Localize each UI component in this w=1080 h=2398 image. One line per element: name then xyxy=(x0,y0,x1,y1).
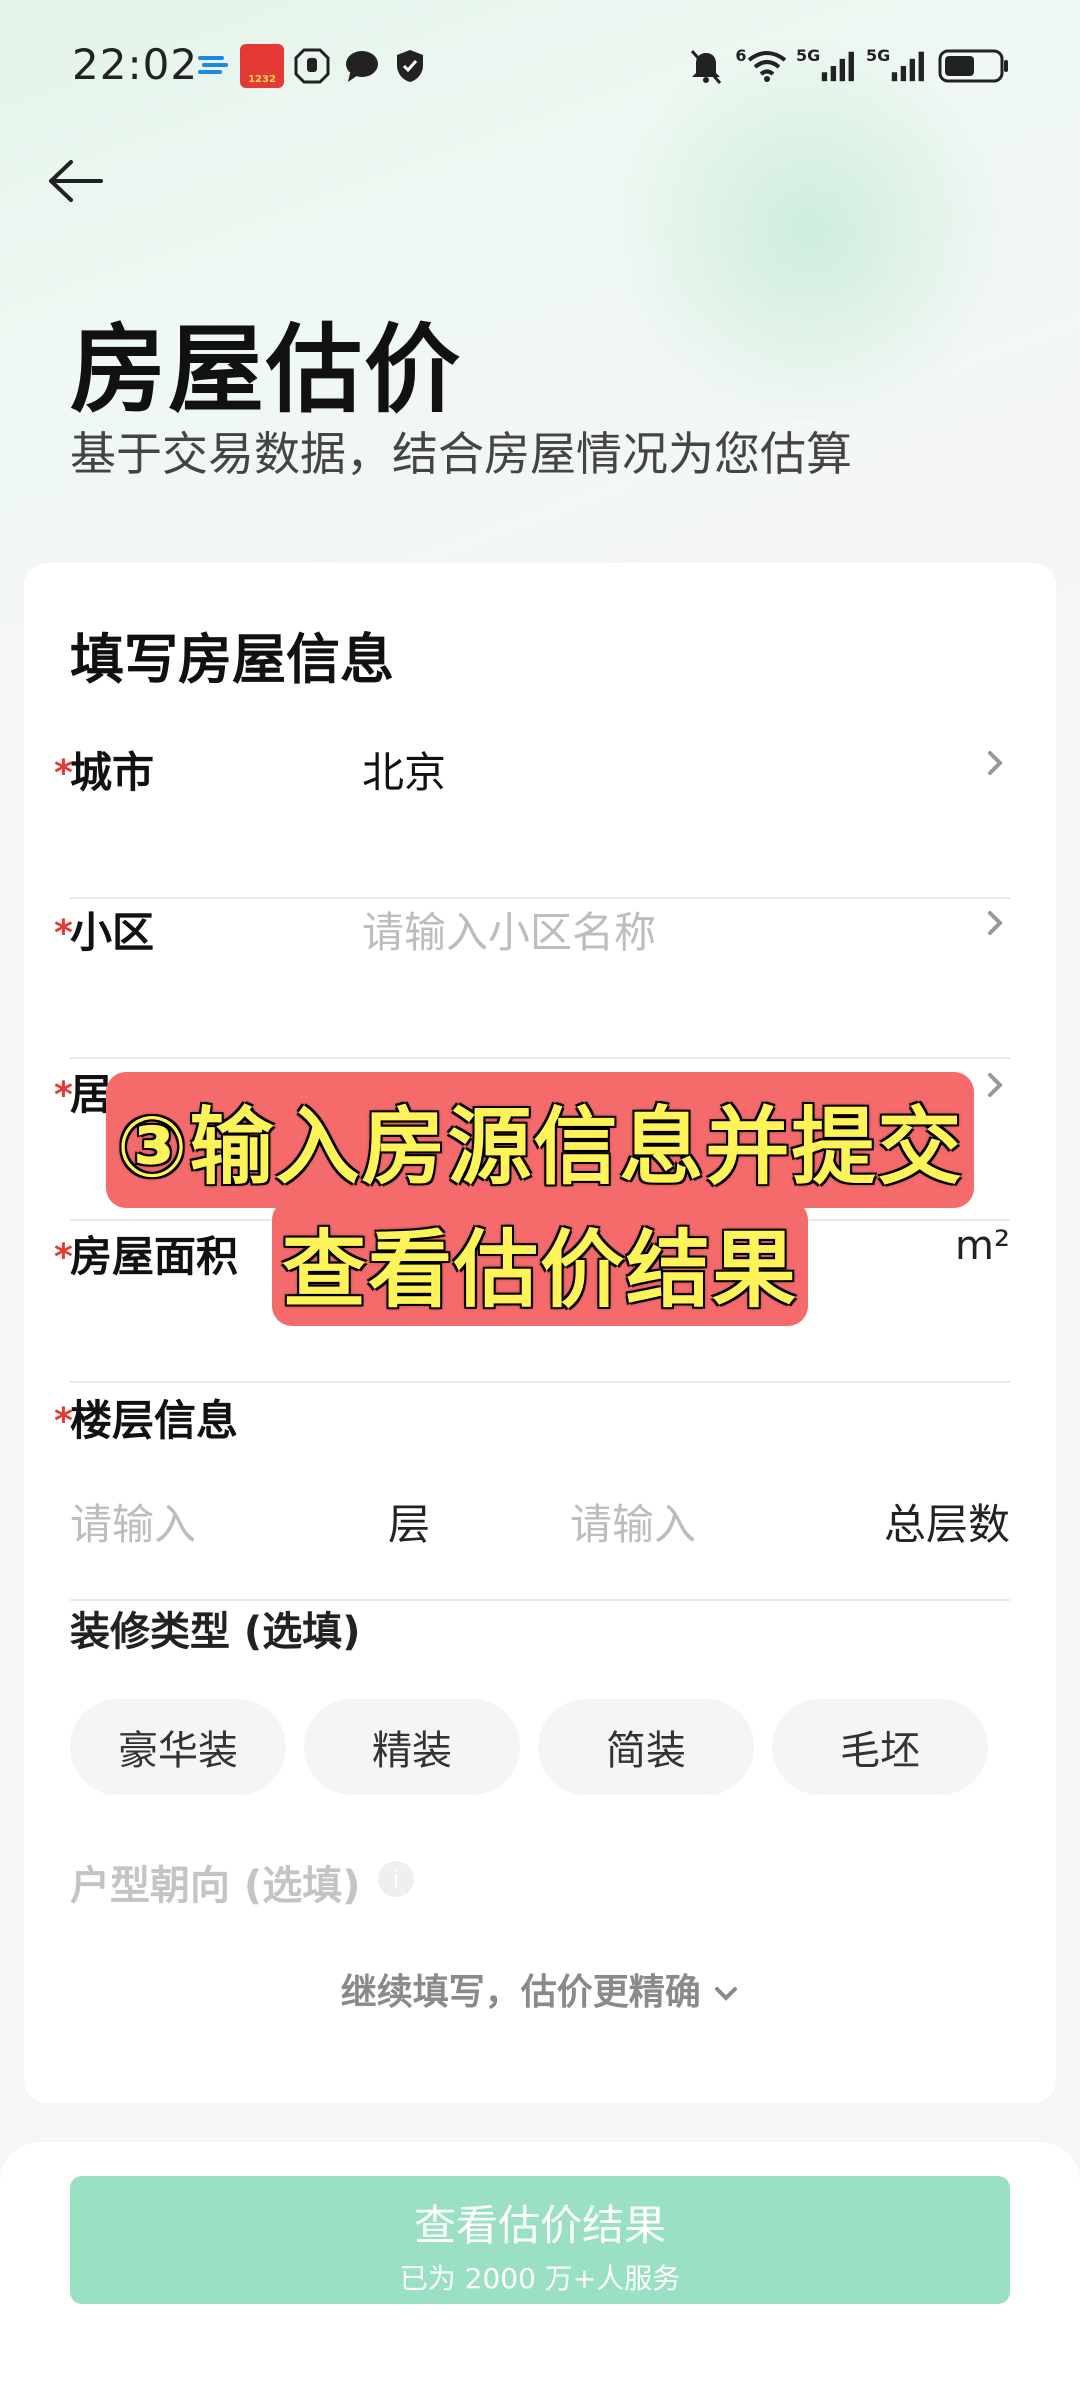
community-label: 小区 xyxy=(70,908,155,957)
bottom-bar: 查看估价结果 已为 2000 万+人服务 xyxy=(0,2142,1080,2398)
city-label: 城市 xyxy=(70,748,155,797)
area-label: 房屋面积 xyxy=(70,1232,239,1281)
shield-icon xyxy=(392,46,428,86)
orientation-label: 户型朝向 (选填) xyxy=(70,1863,361,1909)
chat-icon xyxy=(342,46,382,86)
area-unit: m² xyxy=(955,1223,1010,1269)
more-fields-text: 继续填写，估价更精确 xyxy=(340,1972,701,2013)
decoration-option-fine[interactable]: 精装 xyxy=(304,1699,520,1795)
decoration-label: 装修类型 (选填) xyxy=(70,1609,361,1655)
signal-2-label: 5G xyxy=(866,46,891,65)
floor-row: 请输入 层 请输入 总层数 xyxy=(70,1471,1010,1601)
decoration-option-luxury[interactable]: 豪华装 xyxy=(70,1699,286,1795)
signal-5g-1-icon: 5G xyxy=(796,46,856,86)
decoration-options: 豪华装 精装 简装 毛坯 xyxy=(70,1699,988,1795)
back-arrow-icon xyxy=(49,160,103,202)
decoration-option-simple[interactable]: 简装 xyxy=(538,1699,754,1795)
app-badge-icon: 1232 xyxy=(240,44,284,88)
floor-label-wrap: * 楼层信息 xyxy=(54,1387,239,1448)
back-button[interactable] xyxy=(40,146,110,216)
info-icon[interactable]: i xyxy=(378,1861,414,1897)
mute-icon xyxy=(686,46,726,86)
total-floor-input[interactable]: 请输入 xyxy=(570,1491,696,1552)
submit-sub-label: 已为 2000 万+人服务 xyxy=(399,2262,681,2295)
signal-5g-2-icon: 5G xyxy=(866,46,926,86)
view-valuation-button[interactable]: 查看估价结果 已为 2000 万+人服务 xyxy=(70,2176,1010,2304)
chevron-right-icon xyxy=(980,903,1010,943)
wifi-icon: 6 xyxy=(734,46,788,86)
more-fields-link[interactable]: 继续填写，估价更精确 xyxy=(24,1963,1056,2015)
decoration-option-rough[interactable]: 毛坯 xyxy=(772,1699,988,1795)
tutorial-overlay-line1: ③输入房源信息并提交 xyxy=(106,1072,974,1208)
house-info-card: 填写房屋信息 * 城市 北京 * 小区 请输入小区名称 * 居室 * 房屋面积 … xyxy=(24,563,1056,2103)
status-bar: 22:02 1232 6 5G 5G xyxy=(0,0,1080,130)
app-badge-text: 1232 xyxy=(248,73,276,85)
page-subtitle: 基于交易数据，结合房屋情况为您估算 xyxy=(70,427,852,481)
floor-input[interactable]: 请输入 xyxy=(70,1491,196,1552)
signal-1-label: 5G xyxy=(796,46,821,65)
submit-label: 查看估价结果 xyxy=(413,2201,666,2250)
chevron-down-icon xyxy=(715,1987,738,2001)
community-row[interactable]: * 小区 请输入小区名称 xyxy=(54,899,1010,1059)
status-time: 22:02 xyxy=(72,40,199,89)
floor-unit: 层 xyxy=(388,1500,431,1549)
weather-icon xyxy=(196,46,230,86)
floor-label: 楼层信息 xyxy=(70,1396,239,1445)
required-mark: * xyxy=(54,1401,73,1442)
battery-icon xyxy=(936,46,1012,86)
tutorial-overlay-line2: 查看估价结果 xyxy=(272,1200,808,1326)
chevron-right-icon xyxy=(980,1065,1010,1105)
hand-icon xyxy=(292,46,332,86)
city-row[interactable]: * 城市 北京 xyxy=(54,739,1010,899)
city-value: 北京 xyxy=(362,748,447,797)
total-floor-unit: 总层数 xyxy=(883,1500,1010,1549)
wifi-label: 6 xyxy=(735,46,747,65)
community-input[interactable]: 请输入小区名称 xyxy=(362,899,656,960)
page-title: 房屋估价 xyxy=(70,314,462,426)
card-title: 填写房屋信息 xyxy=(70,628,394,691)
chevron-right-icon xyxy=(980,743,1010,783)
